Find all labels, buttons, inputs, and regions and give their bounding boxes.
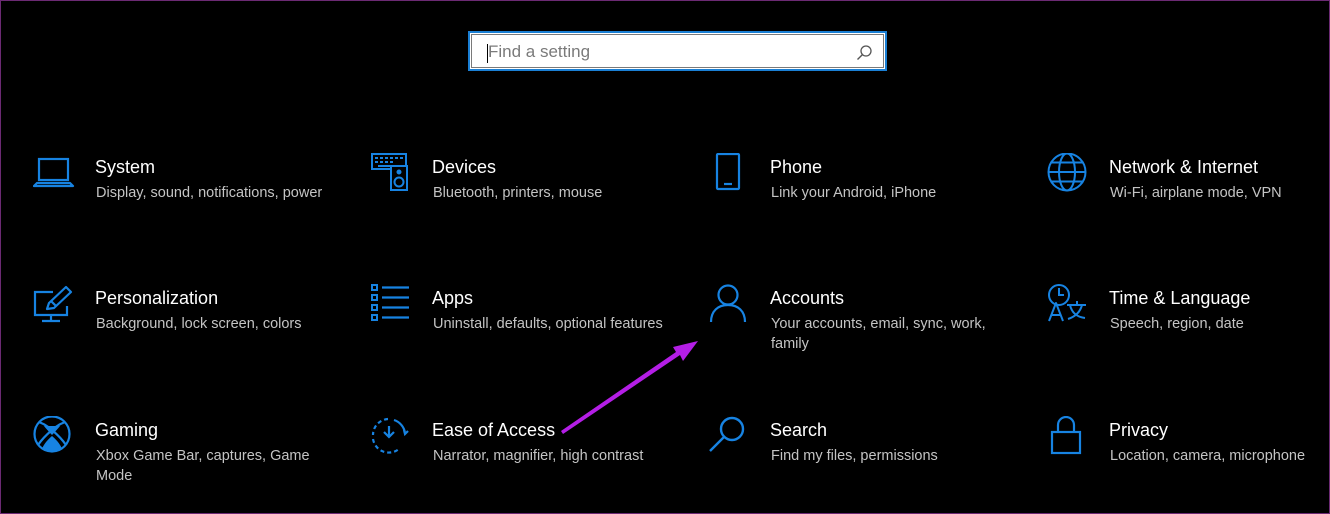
tile-title: Time & Language: [1109, 288, 1251, 308]
tile-description: Display, sound, notifications, power: [96, 185, 323, 201]
tile-description: Bluetooth, printers, mouse: [433, 185, 603, 201]
tile-title: Devices: [432, 157, 497, 177]
time-language-icon: [1047, 284, 1091, 328]
xbox-icon: [33, 416, 77, 460]
person-icon: [708, 284, 752, 328]
tile-description: Narrator, magnifier, high contrast: [433, 448, 644, 464]
tile-title: Network & Internet: [1109, 157, 1259, 177]
tile-description: Xbox Game Bar, captures, Game Mode: [96, 448, 310, 484]
lock-icon: [1047, 416, 1091, 460]
ease-of-access-icon: [370, 416, 414, 460]
search-input[interactable]: [488, 35, 848, 69]
keyboard-speaker-icon: [370, 153, 414, 197]
paint-monitor-icon: [33, 284, 77, 328]
tile-description: Link your Android, iPhone: [771, 185, 937, 201]
settings-tile-devices[interactable]: Devices Bluetooth, printers, mouse: [370, 153, 670, 243]
laptop-icon: [33, 153, 77, 197]
tile-title: Privacy: [1109, 420, 1169, 440]
tile-description: Your accounts, email, sync, work, family: [771, 316, 986, 352]
apps-list-icon: [370, 284, 414, 328]
tile-title: Accounts: [770, 288, 845, 308]
settings-tile-apps[interactable]: Apps Uninstall, defaults, optional featu…: [370, 284, 670, 374]
magnifier-icon: [708, 416, 752, 460]
tile-title: Ease of Access: [432, 420, 556, 440]
settings-tile-personalization[interactable]: Personalization Background, lock screen,…: [33, 284, 333, 374]
tile-title: Phone: [770, 157, 823, 177]
settings-tile-time-language[interactable]: Time & Language Speech, region, date: [1047, 284, 1330, 374]
tile-description: Speech, region, date: [1110, 316, 1244, 332]
phone-icon: [708, 153, 752, 197]
tile-title: Apps: [432, 288, 474, 308]
search-icon[interactable]: [856, 44, 873, 61]
tile-title: System: [95, 157, 156, 177]
settings-tile-privacy[interactable]: Privacy Location, camera, microphone: [1047, 416, 1330, 506]
settings-tile-ease-of-access[interactable]: Ease of Access Narrator, magnifier, high…: [370, 416, 670, 506]
search-box[interactable]: [468, 31, 887, 71]
tile-title: Search: [770, 420, 828, 440]
tile-description: Location, camera, microphone: [1110, 448, 1306, 464]
search-inner: [471, 34, 884, 69]
settings-tile-network[interactable]: Network & Internet Wi-Fi, airplane mode,…: [1047, 153, 1330, 243]
tile-title: Personalization: [95, 288, 219, 308]
settings-tile-search[interactable]: Search Find my files, permissions: [708, 416, 1008, 506]
settings-tile-phone[interactable]: Phone Link your Android, iPhone: [708, 153, 1008, 243]
settings-tile-accounts[interactable]: Accounts Your accounts, email, sync, wor…: [708, 284, 1008, 374]
tile-description: Find my files, permissions: [771, 448, 938, 464]
tile-description: Uninstall, defaults, optional features: [433, 316, 663, 332]
tile-title: Gaming: [95, 420, 159, 440]
tile-description: Wi-Fi, airplane mode, VPN: [1110, 185, 1282, 201]
tile-description: Background, lock screen, colors: [96, 316, 302, 332]
settings-tile-system[interactable]: System Display, sound, notifications, po…: [33, 153, 333, 243]
settings-tile-gaming[interactable]: Gaming Xbox Game Bar, captures, Game Mod…: [33, 416, 333, 506]
globe-icon: [1047, 153, 1091, 197]
